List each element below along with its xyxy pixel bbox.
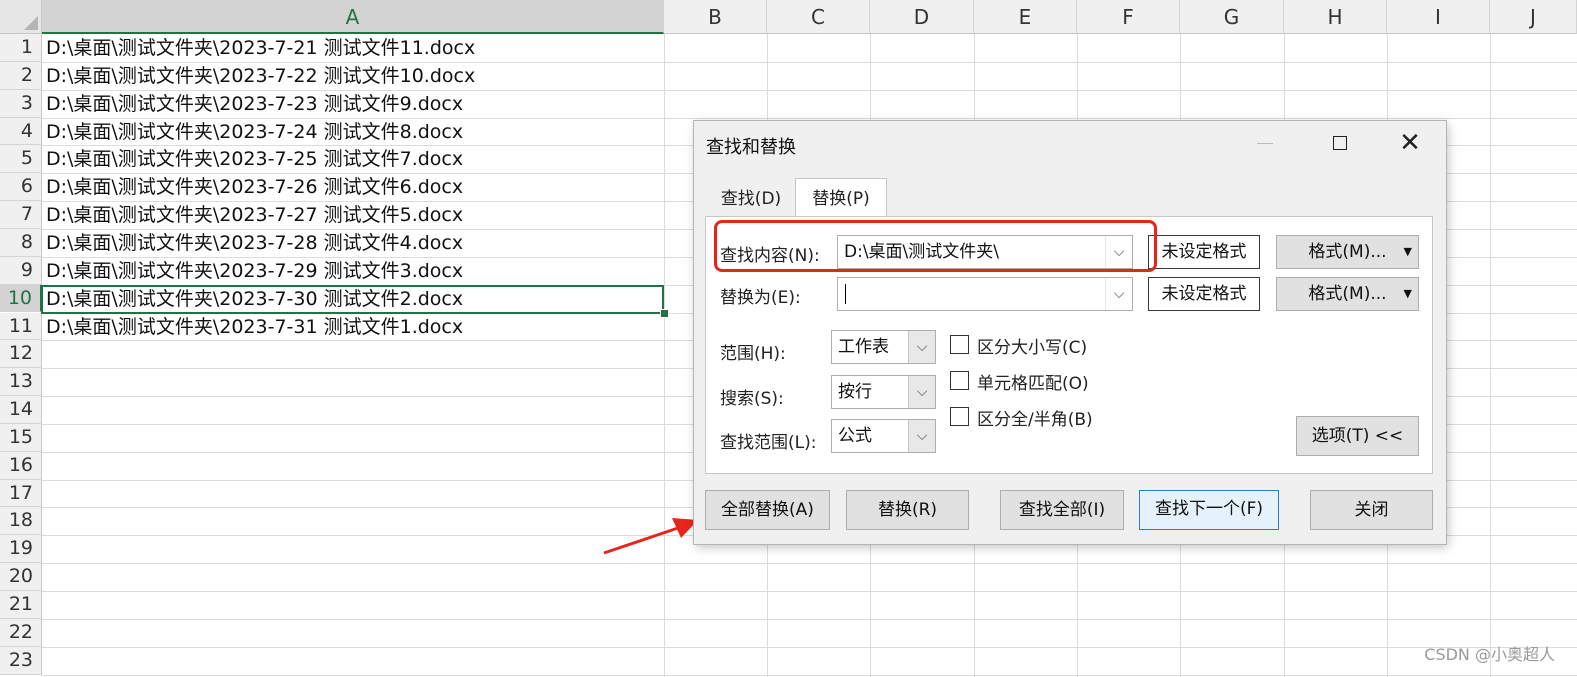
match-cell-label: 单元格匹配(O) (977, 374, 1089, 394)
tab-replace[interactable]: 替换(P) (795, 178, 887, 218)
look-in-value: 公式 (838, 426, 872, 446)
dropdown-arrow-icon: ▼ (1403, 287, 1412, 300)
chevron-down-icon[interactable]: ⌵ (908, 331, 935, 363)
close-icon: ✕ (1399, 128, 1421, 158)
find-replace-dialog: 查找和替换 ✕ 查找(D) 替换(P) 查找内容(N): D:\桌面\测试文件夹… (694, 121, 1446, 544)
replace-format-button[interactable]: 格式(M)... ▼ (1276, 277, 1419, 311)
options-button[interactable]: 选项(T) << (1296, 416, 1419, 456)
look-in-select[interactable]: 公式 ⌵ (831, 419, 936, 453)
replace-all-button[interactable]: 全部替换(A) (705, 490, 830, 530)
replace-format-label: 格式(M)... (1308, 284, 1387, 304)
tab-replace-label: 替换(P) (812, 189, 870, 209)
minimize-icon (1257, 142, 1273, 144)
text-cursor (845, 284, 846, 304)
match-case-label: 区分大小写(C) (977, 338, 1088, 358)
maximize-button[interactable] (1305, 121, 1375, 165)
dropdown-arrow-icon: ▼ (1403, 245, 1412, 258)
search-value: 按行 (838, 382, 872, 402)
minimize-button[interactable] (1230, 121, 1300, 165)
search-label: 搜索(S): (720, 389, 784, 409)
search-select[interactable]: 按行 ⌵ (831, 375, 936, 409)
annotation-highlight-box (714, 220, 1157, 272)
look-in-label: 查找范围(L): (720, 433, 817, 453)
match-cell-checkbox[interactable] (950, 371, 969, 390)
find-all-button[interactable]: 查找全部(I) (1000, 490, 1124, 530)
replace-with-input[interactable]: ⌵ (837, 277, 1133, 311)
tab-find[interactable]: 查找(D) (706, 183, 796, 217)
within-select[interactable]: 工作表 ⌵ (831, 330, 936, 364)
close-button[interactable]: 关闭 (1310, 490, 1433, 530)
chevron-down-icon[interactable]: ⌵ (908, 376, 935, 408)
match-width-label: 区分全/半角(B) (977, 410, 1093, 430)
chevron-down-icon[interactable]: ⌵ (908, 420, 935, 452)
chevron-down-icon[interactable]: ⌵ (1105, 278, 1132, 310)
tab-find-label: 查找(D) (720, 189, 782, 209)
find-next-button[interactable]: 查找下一个(F) (1139, 490, 1279, 530)
within-label: 范围(H): (720, 344, 786, 364)
dialog-title: 查找和替换 (706, 137, 796, 158)
match-case-checkbox[interactable] (950, 335, 969, 354)
find-format-button[interactable]: 格式(M)... ▼ (1276, 235, 1419, 269)
maximize-icon (1333, 136, 1347, 150)
find-format-preview: 未设定格式 (1148, 235, 1260, 269)
replace-format-preview: 未设定格式 (1148, 277, 1260, 311)
replace-button[interactable]: 替换(R) (846, 490, 969, 530)
replace-with-label: 替换为(E): (720, 288, 801, 308)
match-width-checkbox[interactable] (950, 407, 969, 426)
within-value: 工作表 (838, 337, 889, 357)
close-window-button[interactable]: ✕ (1375, 121, 1445, 165)
find-format-label: 格式(M)... (1308, 242, 1387, 262)
